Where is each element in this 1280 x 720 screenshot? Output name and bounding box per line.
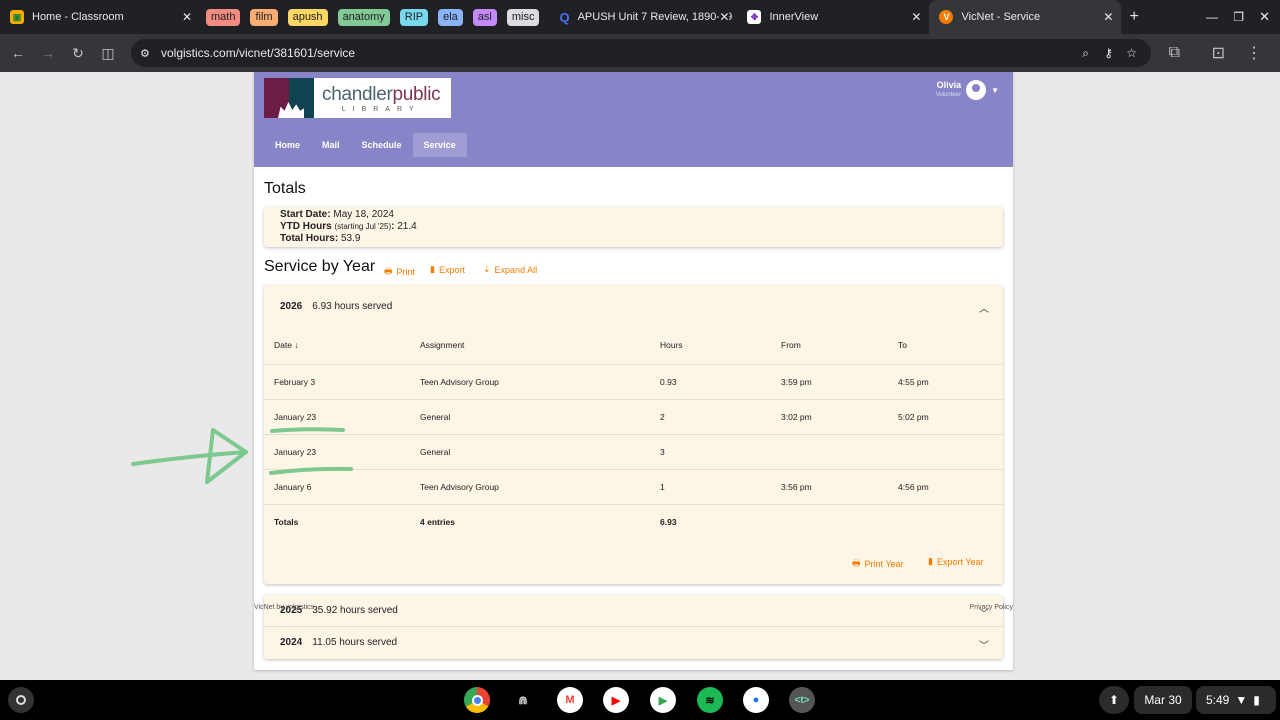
chromeos-shelf <box>0 680 1280 720</box>
underline-mark <box>270 427 345 433</box>
status-tray[interactable]: 5:49 ▼ ▮ <box>1196 686 1276 714</box>
wifi-icon: ▼ <box>1235 693 1248 707</box>
spotify-app-icon[interactable]: ≋ <box>697 687 723 713</box>
play-store-app-icon[interactable]: ▶ <box>650 687 676 713</box>
underline-mark <box>269 466 353 475</box>
date-tray[interactable]: Mar 30 <box>1134 686 1192 714</box>
hand-drawn-annotation <box>131 427 353 484</box>
tote-button[interactable]: ⬆ <box>1099 686 1129 714</box>
gmail-app-icon[interactable]: M <box>557 687 583 713</box>
clock: 5:49 <box>1206 693 1230 707</box>
messages-app-icon[interactable]: ● <box>743 687 769 713</box>
tote-icon: ⬆ <box>1108 693 1120 707</box>
launcher-button[interactable] <box>8 687 34 713</box>
youtube-app-icon[interactable]: ▶ <box>603 687 629 713</box>
launcher-icon <box>16 695 26 705</box>
arrow-shaft <box>131 450 248 466</box>
chrome-app-icon[interactable] <box>464 687 490 713</box>
terminal-app-icon[interactable]: <t> <box>789 687 815 713</box>
battery-icon: ▮ <box>1253 693 1260 707</box>
cast-app-icon[interactable]: ⋒ <box>510 687 536 713</box>
